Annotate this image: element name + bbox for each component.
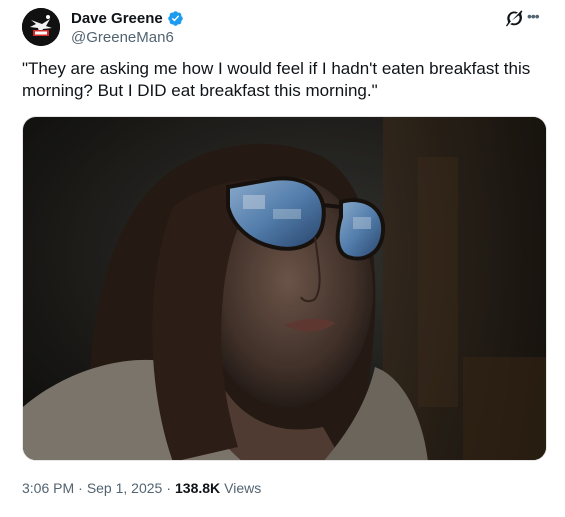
tweet-text: "They are asking me how I would feel if … [22,59,531,100]
display-name[interactable]: Dave Greene [71,10,163,27]
separator-dot: · [78,480,83,496]
verified-badge-icon [167,10,184,27]
avatar-image [22,8,60,46]
views-label: Views [224,480,262,496]
tweet-time[interactable]: 3:06 PM [22,480,74,496]
tweet-card: Dave Greene @GreeneMan6 ••• "They are as… [0,0,565,517]
tweet-meta: 3:06 PM · Sep 1, 2025 · 138.8K Views [22,478,261,498]
grok-icon[interactable] [505,9,523,27]
tweet-date[interactable]: Sep 1, 2025 [87,480,163,496]
author-name-row: Dave Greene [71,8,184,28]
author-handle[interactable]: @GreeneMan6 [71,29,174,46]
avatar[interactable] [22,8,60,46]
tweet-media[interactable] [22,116,547,461]
video-still-image [23,117,546,460]
view-count: 138.8K [175,480,221,496]
more-options-icon[interactable]: ••• [527,8,547,24]
separator-dot: · [166,480,171,496]
